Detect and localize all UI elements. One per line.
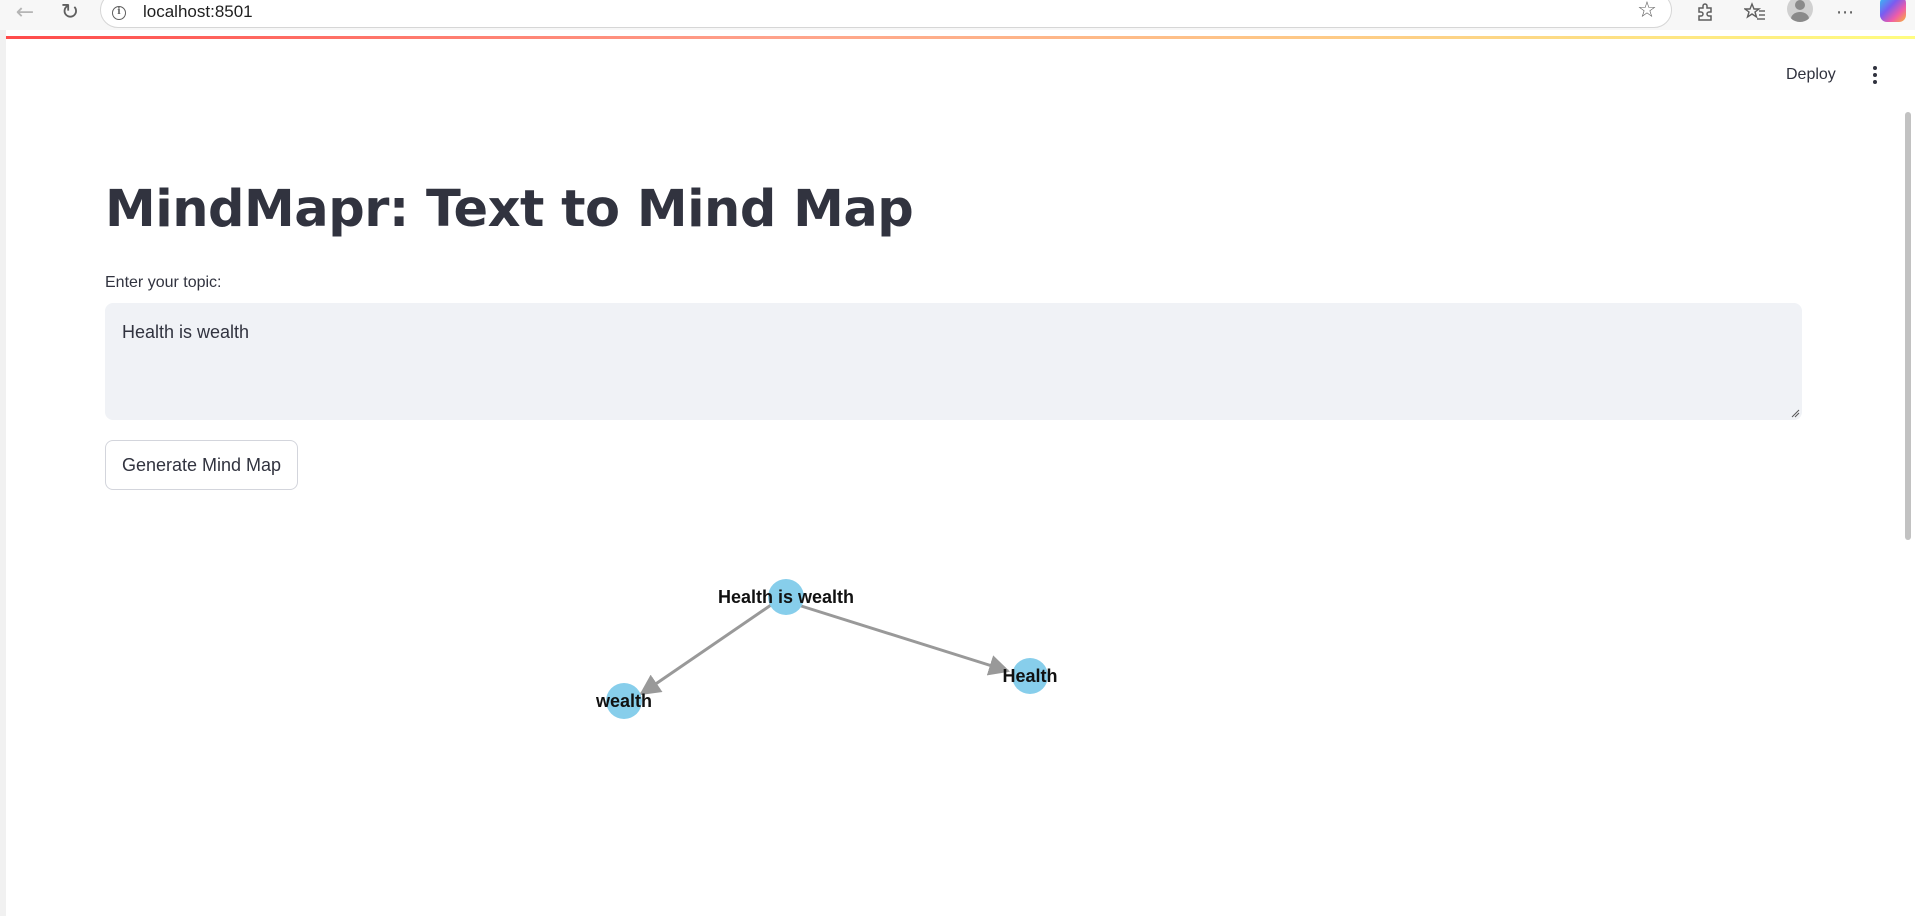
reload-icon[interactable]: ↻ (55, 0, 85, 25)
favorites-icon[interactable] (1740, 0, 1770, 26)
header-decoration-bar (6, 36, 1915, 39)
deploy-button[interactable]: Deploy (1778, 60, 1844, 90)
extensions-icon[interactable] (1690, 0, 1720, 26)
main-menu-icon[interactable] (1865, 62, 1885, 88)
generate-mindmap-button[interactable]: Generate Mind Map (105, 440, 298, 490)
url-text[interactable]: localhost:8501 (143, 2, 253, 22)
info-icon[interactable]: i (112, 6, 126, 20)
topic-input-label: Enter your topic: (105, 274, 222, 291)
edge-root-to-wealth (639, 603, 772, 696)
node-wealth-label: wealth (595, 691, 652, 711)
star-icon[interactable]: ☆ (1635, 0, 1659, 23)
more-icon[interactable]: ⋯ (1830, 0, 1860, 26)
back-arrow-icon[interactable]: ← (10, 0, 40, 25)
address-bar[interactable]: i localhost:8501 ☆ (100, 0, 1672, 28)
page-title: MindMapr: Text to Mind Map (105, 180, 914, 239)
resize-grip-icon[interactable] (1790, 408, 1800, 418)
mind-map-graph: Health is wealth wealth Health (595, 579, 1058, 719)
profile-icon[interactable] (1787, 0, 1813, 22)
browser-toolbar: ← ↻ i localhost:8501 ☆ ⋯ (0, 0, 1915, 30)
edge-root-to-health (797, 603, 1011, 676)
topic-textarea[interactable]: Health is wealth (105, 303, 1802, 420)
scrollbar[interactable] (1905, 112, 1911, 540)
node-root-label: Health is wealth (718, 587, 854, 607)
node-health-label: Health (1002, 666, 1057, 686)
copilot-icon[interactable] (1880, 0, 1906, 22)
